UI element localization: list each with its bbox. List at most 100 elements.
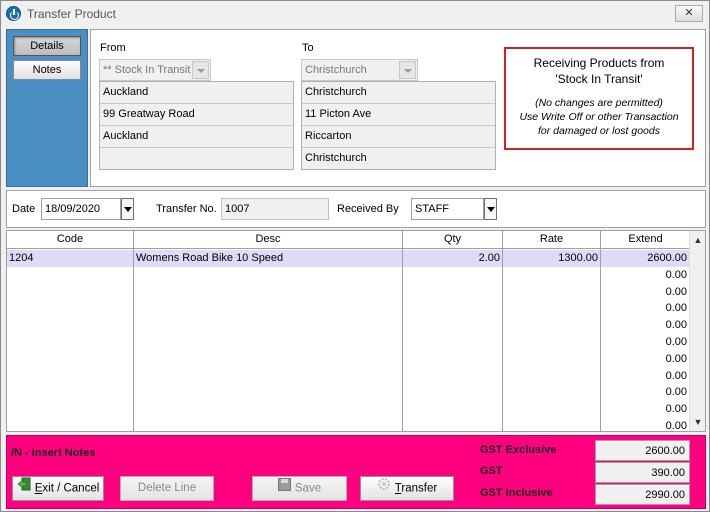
received-by-field[interactable]: STAFF [411, 198, 484, 220]
cell-extend[interactable]: 0.00 [601, 351, 689, 368]
table-row[interactable]: 0.00 [7, 267, 690, 284]
cell-qty[interactable] [403, 284, 502, 301]
cell-qty[interactable] [403, 351, 502, 368]
footer-bar: /N - Insert Notes Exit / Cancel Delete L… [6, 435, 706, 509]
cell-qty[interactable] [403, 334, 502, 351]
transfer-button[interactable]: Transfer [360, 476, 454, 501]
cell-qty[interactable] [403, 384, 502, 401]
from-location-select[interactable]: ** Stock In Transit [99, 59, 211, 81]
product-grid: Code Desc Qty Rate Extend 1204 Womens Roa… [6, 230, 706, 432]
cell-extend[interactable]: 0.00 [601, 334, 689, 351]
cell-desc[interactable] [134, 300, 402, 317]
exit-cancel-button[interactable]: Exit / Cancel [12, 476, 104, 501]
cell-desc[interactable] [134, 368, 402, 385]
details-button[interactable]: Details [13, 36, 81, 56]
cell-qty[interactable] [403, 418, 502, 431]
cell-code[interactable] [7, 368, 133, 385]
to-location-select[interactable]: Christchurch [301, 59, 418, 81]
transfer-product-window: Transfer Product ✕ Details Notes From **… [0, 0, 710, 512]
column-divider [133, 249, 134, 431]
cell-code[interactable] [7, 284, 133, 301]
delete-line-button[interactable]: Delete Line [120, 476, 214, 501]
cell-code[interactable]: 1204 [7, 250, 133, 267]
cell-code[interactable] [7, 418, 133, 431]
cell-extend[interactable]: 2600.00 [601, 250, 689, 267]
gst-inclusive-label: GST Inclusive [480, 487, 553, 499]
column-divider [502, 249, 503, 431]
cell-desc[interactable]: Womens Road Bike 10 Speed [134, 250, 402, 267]
cell-code[interactable] [7, 317, 133, 334]
cell-qty[interactable] [403, 300, 502, 317]
cell-code[interactable] [7, 334, 133, 351]
column-header-qty[interactable]: Qty [403, 231, 503, 249]
cell-extend[interactable]: 0.00 [601, 384, 689, 401]
date-field[interactable]: 18/09/2020 [41, 198, 121, 220]
transfer-gear-icon [377, 477, 391, 500]
column-header-desc[interactable]: Desc [134, 231, 403, 249]
cell-code[interactable] [7, 267, 133, 284]
scroll-up-icon[interactable]: ▲ [693, 235, 703, 245]
table-row[interactable]: 0.00 [7, 368, 690, 385]
table-row[interactable]: 0.00 [7, 401, 690, 418]
cell-extend[interactable]: 0.00 [601, 401, 689, 418]
cell-extend[interactable]: 0.00 [601, 267, 689, 284]
cell-desc[interactable] [134, 351, 402, 368]
cell-extend[interactable]: 0.00 [601, 368, 689, 385]
cell-desc[interactable] [134, 401, 402, 418]
table-row[interactable]: 0.00 [7, 300, 690, 317]
cell-code[interactable] [7, 384, 133, 401]
table-row[interactable]: 1204 Womens Road Bike 10 Speed 2.00 1300.00… [7, 250, 690, 267]
column-header-code[interactable]: Code [7, 231, 134, 249]
cell-qty[interactable] [403, 401, 502, 418]
notes-button[interactable]: Notes [13, 60, 81, 80]
cell-desc[interactable] [134, 267, 402, 284]
cell-code[interactable] [7, 351, 133, 368]
gst-exclusive-label: GST Exclusive [480, 444, 557, 456]
table-row[interactable]: 0.00 [7, 384, 690, 401]
cell-rate[interactable] [503, 300, 600, 317]
table-row[interactable]: 0.00 [7, 317, 690, 334]
save-button[interactable]: Save [252, 476, 347, 501]
cell-rate[interactable] [503, 384, 600, 401]
cell-extend[interactable]: 0.00 [601, 317, 689, 334]
gst-exclusive-value: 2600.00 [595, 440, 690, 461]
table-row[interactable]: 0.00 [7, 284, 690, 301]
table-row[interactable]: 0.00 [7, 351, 690, 368]
cell-rate[interactable] [503, 401, 600, 418]
transfer-no-field: 1007 [221, 198, 329, 220]
vertical-scrollbar[interactable]: ▲ ▼ [689, 231, 705, 431]
cell-rate[interactable] [503, 284, 600, 301]
date-dropdown-button[interactable] [121, 198, 134, 220]
cell-desc[interactable] [134, 317, 402, 334]
cell-rate[interactable] [503, 267, 600, 284]
cell-qty[interactable]: 2.00 [403, 250, 502, 267]
cell-qty[interactable] [403, 317, 502, 334]
cell-code[interactable] [7, 300, 133, 317]
cell-extend[interactable]: 0.00 [601, 418, 689, 431]
cell-code[interactable] [7, 401, 133, 418]
cell-rate[interactable] [503, 334, 600, 351]
cell-rate[interactable] [503, 317, 600, 334]
cell-desc[interactable] [134, 334, 402, 351]
cell-rate[interactable] [503, 418, 600, 431]
transit-notice: Receiving Products from 'Stock In Transi… [504, 47, 694, 150]
table-row[interactable]: 0.00 [7, 418, 690, 431]
cell-desc[interactable] [134, 384, 402, 401]
cell-qty[interactable] [403, 368, 502, 385]
close-button[interactable]: ✕ [675, 5, 703, 22]
cell-rate[interactable] [503, 368, 600, 385]
notice-sub3: for damaged or lost goods [538, 125, 660, 137]
to-address: Christchurch 11 Picton Ave Riccarton Chr… [301, 81, 496, 170]
table-row[interactable]: 0.00 [7, 334, 690, 351]
cell-rate[interactable] [503, 351, 600, 368]
cell-extend[interactable]: 0.00 [601, 300, 689, 317]
cell-qty[interactable] [403, 267, 502, 284]
scroll-down-icon[interactable]: ▼ [693, 417, 703, 427]
column-header-extend[interactable]: Extend [601, 231, 690, 249]
cell-rate[interactable]: 1300.00 [503, 250, 600, 267]
cell-desc[interactable] [134, 418, 402, 431]
column-header-rate[interactable]: Rate [503, 231, 601, 249]
cell-desc[interactable] [134, 284, 402, 301]
cell-extend[interactable]: 0.00 [601, 284, 689, 301]
received-by-dropdown-button[interactable] [484, 198, 497, 220]
